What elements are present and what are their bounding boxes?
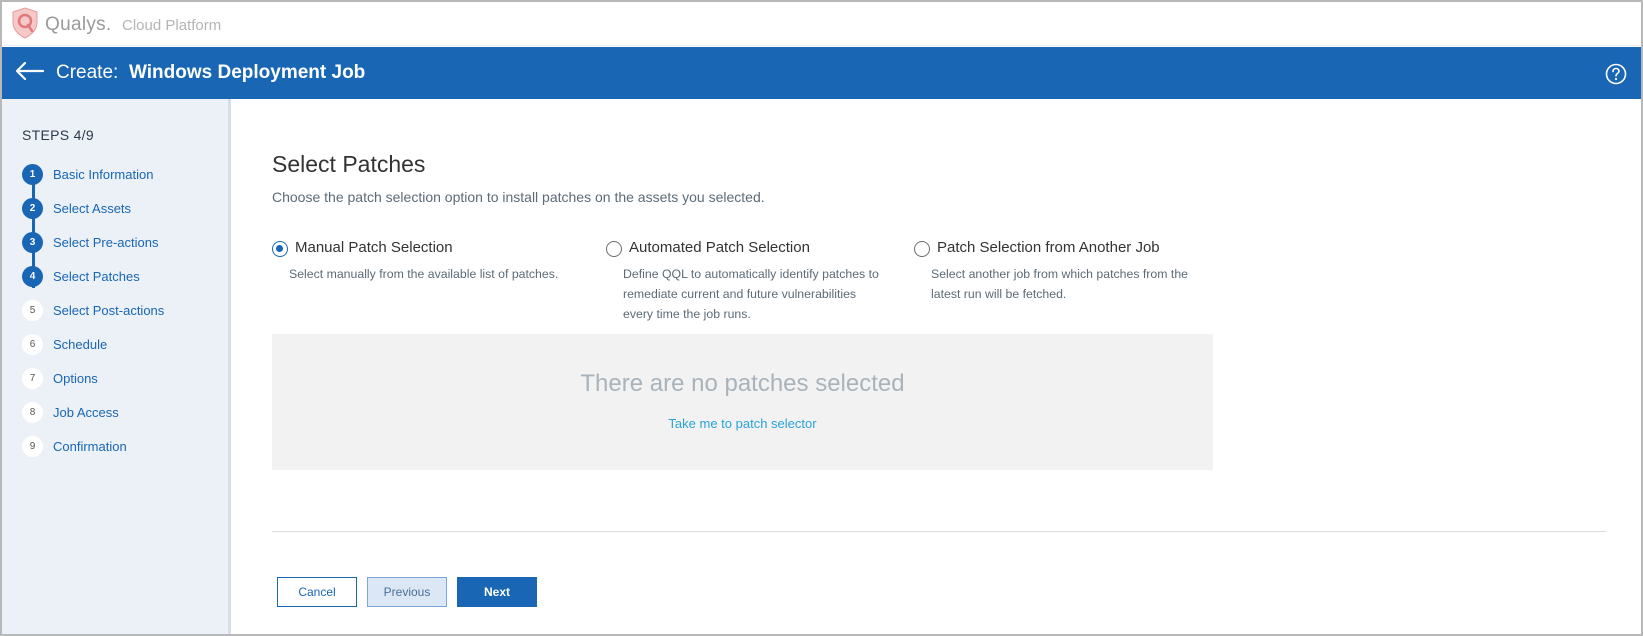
cancel-button[interactable]: Cancel <box>277 577 357 607</box>
page-title-header: Windows Deployment Job <box>129 62 366 83</box>
steps-count: STEPS 4/9 <box>22 127 94 143</box>
brand-name: Qualys. <box>45 14 112 35</box>
step-number: 2 <box>22 197 43 219</box>
step-number: 1 <box>22 163 43 185</box>
step-label: Select Patches <box>53 268 140 284</box>
step-select-post-actions[interactable]: 5 Select Post-actions <box>22 299 164 321</box>
step-label: Select Pre-actions <box>53 234 159 250</box>
step-label: Confirmation <box>53 438 127 454</box>
header-prefix: Create: <box>56 62 119 83</box>
empty-state-message: There are no patches selected <box>580 370 905 397</box>
back-arrow-icon[interactable] <box>14 59 46 83</box>
step-label: Basic Information <box>53 166 154 182</box>
step-options[interactable]: 7 Options <box>22 367 98 389</box>
option-description: Define QQL to automatically identify pat… <box>623 264 879 324</box>
step-label: Select Assets <box>53 200 132 216</box>
step-basic-information[interactable]: 1 Basic Information <box>22 163 153 185</box>
patch-selector-link[interactable]: Take me to patch selector <box>272 416 1213 431</box>
step-select-assets[interactable]: 2 Select Assets <box>22 197 131 219</box>
step-label: Schedule <box>53 336 108 352</box>
option-title: Manual Patch Selection <box>295 239 453 256</box>
step-confirmation[interactable]: 9 Confirmation <box>22 435 127 457</box>
step-number: 4 <box>22 265 43 287</box>
main-content: Select Patches Choose the patch selectio… <box>272 99 1606 634</box>
step-number: 5 <box>22 299 43 321</box>
page-title: Select Patches <box>272 151 426 177</box>
option-title: Patch Selection from Another Job <box>937 239 1160 256</box>
option-desc-line: remediate current and future vulnerabili… <box>623 287 857 301</box>
option-desc-line: Define QQL to automatically identify pat… <box>623 267 879 281</box>
radio-manual[interactable] <box>272 241 288 257</box>
qualys-logo-icon <box>12 7 38 39</box>
next-button[interactable]: Next <box>457 577 537 607</box>
step-number: 6 <box>22 333 43 355</box>
step-number: 8 <box>22 401 43 423</box>
step-number: 9 <box>22 435 43 457</box>
option-title: Automated Patch Selection <box>629 239 810 256</box>
step-select-pre-actions[interactable]: 3 Select Pre-actions <box>22 231 159 253</box>
brand-bar: Qualys. Cloud Platform <box>2 2 1641 46</box>
selected-patches-panel: There are no patches selected Take me to… <box>272 334 1213 470</box>
step-number: 3 <box>22 231 43 253</box>
option-desc-line: Select manually from the available list … <box>289 267 559 281</box>
radio-automated[interactable] <box>606 241 622 257</box>
step-number: 7 <box>22 367 43 389</box>
previous-button[interactable]: Previous <box>367 577 447 607</box>
step-label: Options <box>53 370 98 386</box>
page-description: Choose the patch selection option to ins… <box>272 189 765 205</box>
radio-another-job[interactable] <box>914 241 930 257</box>
option-desc-line: latest run will be fetched. <box>931 287 1067 301</box>
step-job-access[interactable]: 8 Job Access <box>22 401 119 423</box>
brand-subtitle: Cloud Platform <box>122 17 222 34</box>
option-desc-line: Select another job from which patches fr… <box>931 267 1188 281</box>
footer-divider <box>272 531 1606 532</box>
step-schedule[interactable]: 6 Schedule <box>22 333 107 355</box>
help-icon[interactable] <box>1605 63 1627 85</box>
app-window: Qualys. Cloud Platform Create: Windows D… <box>0 0 1643 636</box>
steps-sidebar: STEPS 4/9 1 Basic Information 2 Select A… <box>2 99 231 634</box>
option-description: Select another job from which patches fr… <box>931 264 1188 304</box>
step-label: Select Post-actions <box>53 302 165 318</box>
page-header: Create: Windows Deployment Job <box>2 47 1641 99</box>
step-select-patches[interactable]: 4 Select Patches <box>22 265 140 287</box>
step-label: Job Access <box>53 404 119 420</box>
option-description: Select manually from the available list … <box>289 264 558 284</box>
option-desc-line: every time the job runs. <box>623 307 751 321</box>
